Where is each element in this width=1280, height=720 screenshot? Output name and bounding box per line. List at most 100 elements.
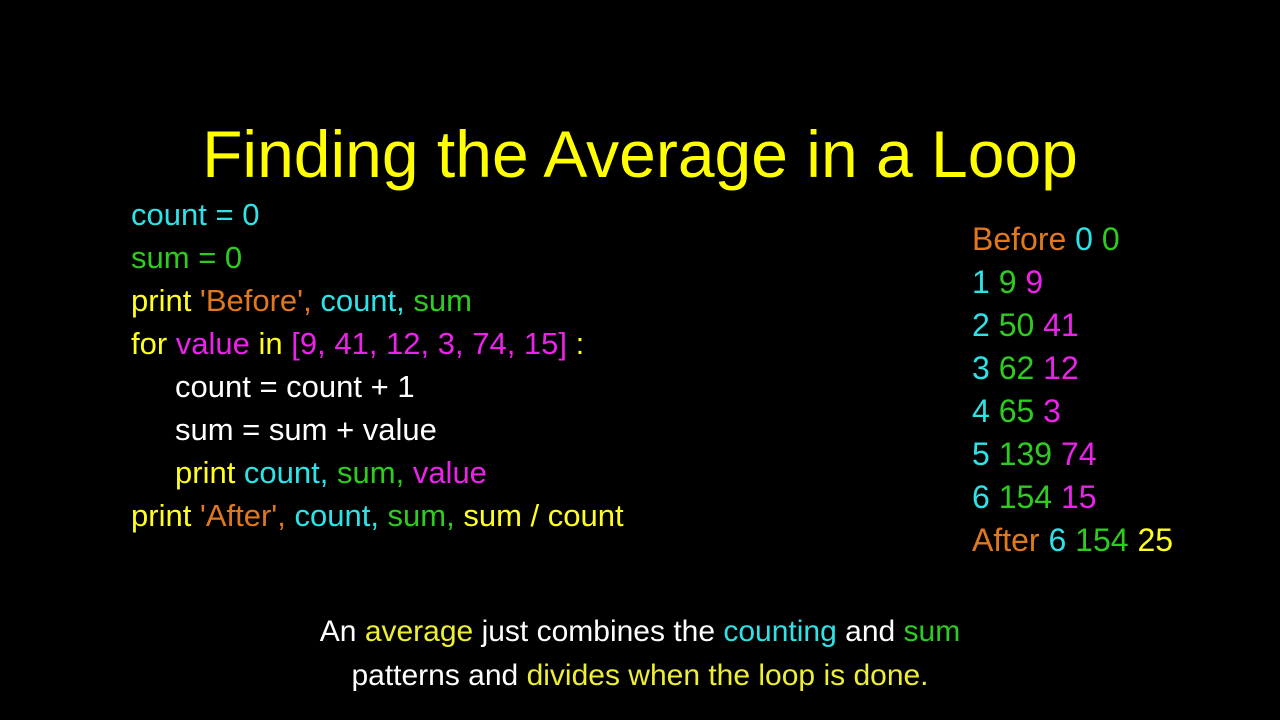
output-token bbox=[1066, 221, 1075, 257]
output-token: 6 bbox=[1048, 522, 1067, 558]
output-token: 9 bbox=[1025, 264, 1044, 300]
code-token: 0 bbox=[242, 197, 260, 232]
output-token: 50 bbox=[998, 307, 1035, 343]
output-token bbox=[1034, 307, 1043, 343]
output-token: 0 bbox=[1075, 221, 1093, 257]
code-listing: count = 0 sum = 0 print 'Before', count, s… bbox=[131, 193, 624, 537]
code-line: sum = 0 bbox=[131, 236, 624, 279]
code-token: print bbox=[175, 455, 244, 490]
output-token bbox=[1066, 522, 1075, 558]
code-token: 'After' bbox=[199, 498, 278, 533]
caption-token: counting bbox=[723, 615, 837, 648]
code-line: print 'After', count, sum, sum / count bbox=[131, 494, 624, 537]
caption-token: average bbox=[364, 615, 474, 648]
caption-token: sum bbox=[903, 615, 961, 648]
output-token: 2 bbox=[972, 307, 990, 343]
output-token bbox=[1034, 350, 1043, 386]
code-line: print 'Before', count, sum bbox=[131, 279, 624, 322]
output-line: 5 139 74 bbox=[972, 433, 1173, 476]
code-token: 'Before' bbox=[199, 283, 304, 318]
code-token: , bbox=[303, 283, 321, 318]
code-token: sum / count bbox=[463, 498, 624, 533]
output-token: 9 bbox=[998, 264, 1017, 300]
caption-token: and bbox=[836, 615, 904, 648]
caption-token: divides when the loop is done. bbox=[526, 659, 929, 692]
output-token bbox=[1052, 479, 1061, 515]
code-token: sum bbox=[413, 283, 472, 318]
code-token: value bbox=[175, 326, 250, 361]
output-token: 41 bbox=[1043, 307, 1079, 343]
code-token: count bbox=[243, 455, 320, 490]
code-token: = bbox=[206, 197, 243, 232]
output-token: 65 bbox=[998, 393, 1035, 429]
output-token: 3 bbox=[1043, 393, 1061, 429]
output-token bbox=[990, 307, 999, 343]
code-line: count = count + 1 bbox=[131, 365, 624, 408]
output-line: After 6 154 25 bbox=[972, 519, 1173, 562]
output-token bbox=[1052, 436, 1061, 472]
code-token: print bbox=[131, 283, 200, 318]
output-token: 5 bbox=[972, 436, 990, 472]
output-token bbox=[990, 436, 999, 472]
code-line: for value in [9, 41, 12, 3, 74, 15] : bbox=[131, 322, 624, 365]
output-token: After bbox=[972, 522, 1040, 558]
output-line: 2 50 41 bbox=[972, 304, 1173, 347]
page-title: Finding the Average in a Loop bbox=[202, 117, 1078, 192]
output-token bbox=[990, 479, 999, 515]
code-token: sum = sum + value bbox=[175, 412, 437, 447]
caption-line: patterns and divides when the loop is do… bbox=[0, 654, 1280, 698]
code-token: count bbox=[131, 197, 207, 232]
code-token: 0 bbox=[224, 240, 243, 275]
code-token: , bbox=[396, 283, 414, 318]
output-line: 4 65 3 bbox=[972, 390, 1173, 433]
code-token: , bbox=[277, 498, 295, 533]
code-token: , bbox=[446, 498, 464, 533]
program-output: Before 0 01 9 92 50 41 3 62 12 4 65 35 139… bbox=[972, 218, 1173, 562]
output-token: 3 bbox=[972, 350, 990, 386]
code-token: : bbox=[567, 326, 585, 361]
output-token bbox=[990, 350, 999, 386]
output-token bbox=[990, 393, 999, 429]
caption-token: patterns and bbox=[351, 659, 527, 692]
output-line: 1 9 9 bbox=[972, 261, 1173, 304]
output-token: 1 bbox=[972, 264, 990, 300]
output-token bbox=[1093, 221, 1102, 257]
code-token: count = count + 1 bbox=[175, 369, 415, 404]
code-token: sum bbox=[387, 498, 447, 533]
caption-token: An bbox=[319, 615, 365, 648]
code-token: count bbox=[320, 283, 397, 318]
output-token bbox=[990, 264, 999, 300]
output-token bbox=[1034, 393, 1043, 429]
caption-line: An average just combines the counting an… bbox=[0, 610, 1280, 654]
code-token: in bbox=[249, 326, 292, 361]
code-token: sum bbox=[337, 455, 396, 490]
code-token: , bbox=[319, 455, 337, 490]
output-line: 6 154 15 bbox=[972, 476, 1173, 519]
code-line: print count, sum, value bbox=[131, 451, 624, 494]
code-token: value bbox=[412, 455, 487, 490]
code-token: sum bbox=[131, 240, 190, 275]
output-line: Before 0 0 bbox=[972, 218, 1173, 261]
code-token: for bbox=[131, 326, 176, 361]
code-token: print bbox=[131, 498, 200, 533]
output-token: 0 bbox=[1101, 221, 1120, 257]
output-token: 12 bbox=[1043, 350, 1079, 386]
output-token: 139 bbox=[998, 436, 1053, 472]
output-token: 154 bbox=[1075, 522, 1129, 558]
code-token: , bbox=[395, 455, 413, 490]
output-token: Before bbox=[972, 221, 1067, 257]
output-token: 25 bbox=[1137, 522, 1174, 558]
caption-token: just combines the bbox=[473, 615, 724, 648]
code-token: [9, 41, 12, 3, 74, 15] bbox=[291, 326, 568, 361]
output-line: 3 62 12 bbox=[972, 347, 1173, 390]
output-token: 6 bbox=[972, 479, 990, 515]
output-token: 74 bbox=[1060, 436, 1097, 472]
code-token: = bbox=[189, 240, 225, 275]
code-token: , bbox=[370, 498, 388, 533]
code-line: count = 0 bbox=[131, 193, 624, 236]
caption-text: An average just combines the counting an… bbox=[0, 610, 1280, 698]
output-token: 62 bbox=[998, 350, 1035, 386]
output-token: 4 bbox=[972, 393, 990, 429]
code-token: count bbox=[294, 498, 371, 533]
slide-root: Finding the Average in a Loop count = 0s… bbox=[0, 0, 1280, 720]
